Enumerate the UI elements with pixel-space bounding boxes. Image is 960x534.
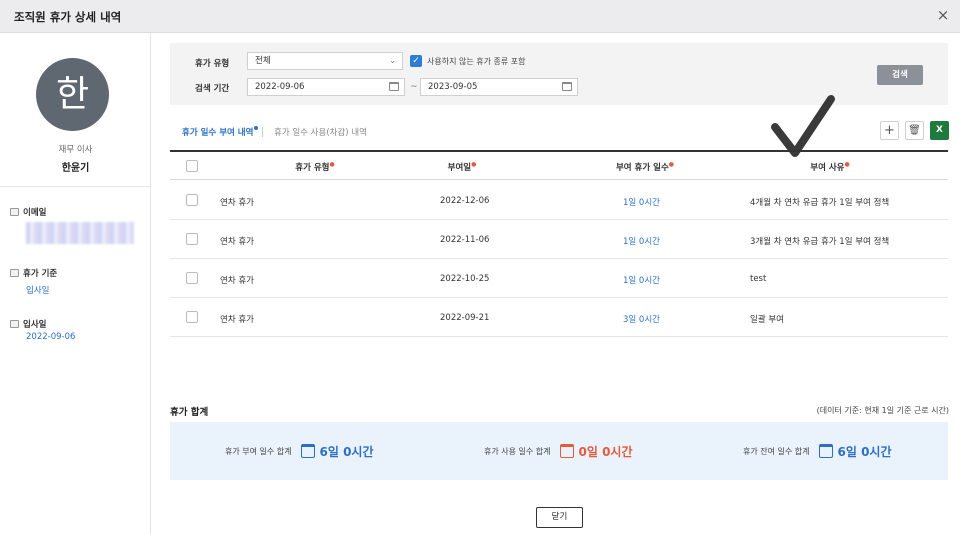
- cell-type: 연차 휴가: [220, 237, 254, 247]
- cell-grant-date: 2022-11-06: [440, 235, 490, 245]
- close-button[interactable]: 닫기: [536, 507, 583, 528]
- search-button[interactable]: 검색: [877, 65, 923, 85]
- vacation-basis-label: 휴가 기준: [10, 267, 57, 279]
- vacation-type-label: 휴가 유형: [195, 59, 230, 69]
- vacation-basis-value: 입사일: [26, 286, 50, 296]
- tab-usage-history[interactable]: 휴가 일수 사용(차감) 내역: [274, 126, 367, 138]
- profile-sidebar: 한 재무 이사 한윤기 이메일 휴가 기준 입사일 입사일 2022-09-06: [0, 33, 151, 534]
- cell-grant-date: 2022-12-06: [440, 196, 490, 206]
- cell-type: 연차 휴가: [220, 276, 254, 286]
- cell-type: 연차 휴가: [220, 198, 254, 208]
- granted-total: 휴가 부여 일수 합계 6일 0시간: [225, 441, 374, 461]
- trash-icon[interactable]: 🗑: [905, 121, 924, 140]
- table-row[interactable]: 연차 휴가 2022-09-21 3일 0시간 일괄 부여: [170, 298, 948, 337]
- row-checkbox[interactable]: [186, 272, 198, 284]
- main-panel: 휴가 유형 전체 ⌄ ✓ 사용하지 않는 휴가 종류 포함 검색 기간 2022…: [151, 33, 960, 534]
- excel-export-icon[interactable]: X: [930, 121, 949, 140]
- include-unused-checkbox[interactable]: ✓: [410, 55, 422, 67]
- divider: [0, 186, 151, 187]
- remaining-total-label: 휴가 잔여 일수 합계: [743, 446, 810, 456]
- row-checkbox[interactable]: [186, 233, 198, 245]
- cell-reason: test: [750, 274, 767, 284]
- column-header-reason: 부여 사유●: [810, 161, 850, 173]
- cell-type: 연차 휴가: [220, 315, 254, 325]
- column-header-grant-date: 부여일●: [447, 161, 477, 173]
- tab-grant-history[interactable]: 휴가 일수 부여 내역: [182, 126, 259, 138]
- summary-panel: 휴가 부여 일수 합계 6일 0시간 휴가 사용 일수 합계 0일 0시간 휴가…: [170, 422, 948, 480]
- calendar-check-icon: [300, 444, 315, 458]
- used-total: 휴가 사용 일수 합계 0일 0시간: [484, 441, 633, 461]
- remaining-total-value: 6일 0시간: [837, 444, 892, 459]
- granted-total-value: 6일 0시간: [319, 444, 374, 459]
- granted-total-label: 휴가 부여 일수 합계: [225, 446, 292, 456]
- end-date-input[interactable]: 2023-09-05: [420, 78, 578, 96]
- email-value-redacted: [26, 222, 134, 244]
- mail-icon: [10, 208, 19, 216]
- include-unused-label: 사용하지 않는 휴가 종류 포함: [427, 57, 526, 66]
- table-row[interactable]: 연차 휴가 2022-11-06 1일 0시간 3개월 차 연차 유급 휴가 1…: [170, 220, 948, 259]
- hire-date-label: 입사일: [10, 318, 46, 330]
- hire-date-value: 2022-09-06: [26, 332, 76, 342]
- column-header-type: 휴가 유형●: [295, 161, 335, 173]
- row-checkbox[interactable]: [186, 194, 198, 206]
- search-period-label: 검색 기간: [195, 84, 230, 94]
- select-all-checkbox[interactable]: [186, 160, 198, 172]
- cell-days[interactable]: 1일 0시간: [623, 235, 660, 247]
- calendar-icon[interactable]: [389, 82, 399, 91]
- active-dot: [254, 126, 259, 130]
- add-button[interactable]: +: [880, 121, 899, 140]
- dialog-title: 조직원 휴가 상세 내역: [14, 10, 122, 24]
- vacation-type-select[interactable]: 전체 ⌄: [247, 52, 403, 70]
- table-row[interactable]: 연차 휴가 2022-12-06 1일 0시간 4개월 차 연차 유급 휴가 1…: [170, 181, 948, 220]
- calendar-icon: [10, 320, 19, 328]
- cell-days[interactable]: 1일 0시간: [623, 274, 660, 286]
- cell-reason: 3개월 차 연차 유급 휴가 1일 부여 정책: [750, 237, 890, 247]
- cell-reason: 일괄 부여: [750, 315, 784, 325]
- close-icon[interactable]: ×: [934, 6, 952, 24]
- profile-role: 재무 이사: [58, 145, 93, 155]
- cell-days[interactable]: 1일 0시간: [623, 196, 660, 208]
- start-date-input[interactable]: 2022-09-06: [247, 78, 405, 96]
- row-checkbox[interactable]: [186, 311, 198, 323]
- calendar-check-icon: [559, 444, 574, 458]
- email-label: 이메일: [10, 206, 46, 218]
- table-header: 휴가 유형● 부여일● 부여 휴가 일수● 부여 사유●: [170, 150, 948, 180]
- profile-name: 한윤기: [61, 163, 90, 174]
- remaining-total: 휴가 잔여 일수 합계 6일 0시간: [743, 441, 892, 461]
- calendar-icon: [10, 269, 19, 277]
- dialog-titlebar: 조직원 휴가 상세 내역 ×: [0, 0, 960, 33]
- cell-days[interactable]: 3일 0시간: [623, 313, 660, 325]
- calendar-icon[interactable]: [562, 82, 572, 91]
- used-total-label: 휴가 사용 일수 합계: [484, 446, 551, 456]
- cell-grant-date: 2022-10-25: [440, 274, 490, 284]
- used-total-value: 0일 0시간: [578, 444, 633, 459]
- date-range-separator: ~: [410, 82, 418, 92]
- chevron-down-icon: ⌄: [389, 56, 396, 65]
- calendar-check-icon: [818, 444, 833, 458]
- column-header-days: 부여 휴가 일수●: [615, 161, 675, 173]
- cell-grant-date: 2022-09-21: [440, 313, 490, 323]
- summary-title: 휴가 합계: [170, 407, 209, 418]
- table-row[interactable]: 연차 휴가 2022-10-25 1일 0시간 test: [170, 259, 948, 298]
- cell-reason: 4개월 차 연차 유급 휴가 1일 부여 정책: [750, 198, 890, 208]
- avatar: 한: [36, 58, 109, 131]
- tab-divider: [262, 127, 263, 137]
- summary-note: (데이터 기준: 현재 1일 기준 근로 시간): [816, 406, 949, 415]
